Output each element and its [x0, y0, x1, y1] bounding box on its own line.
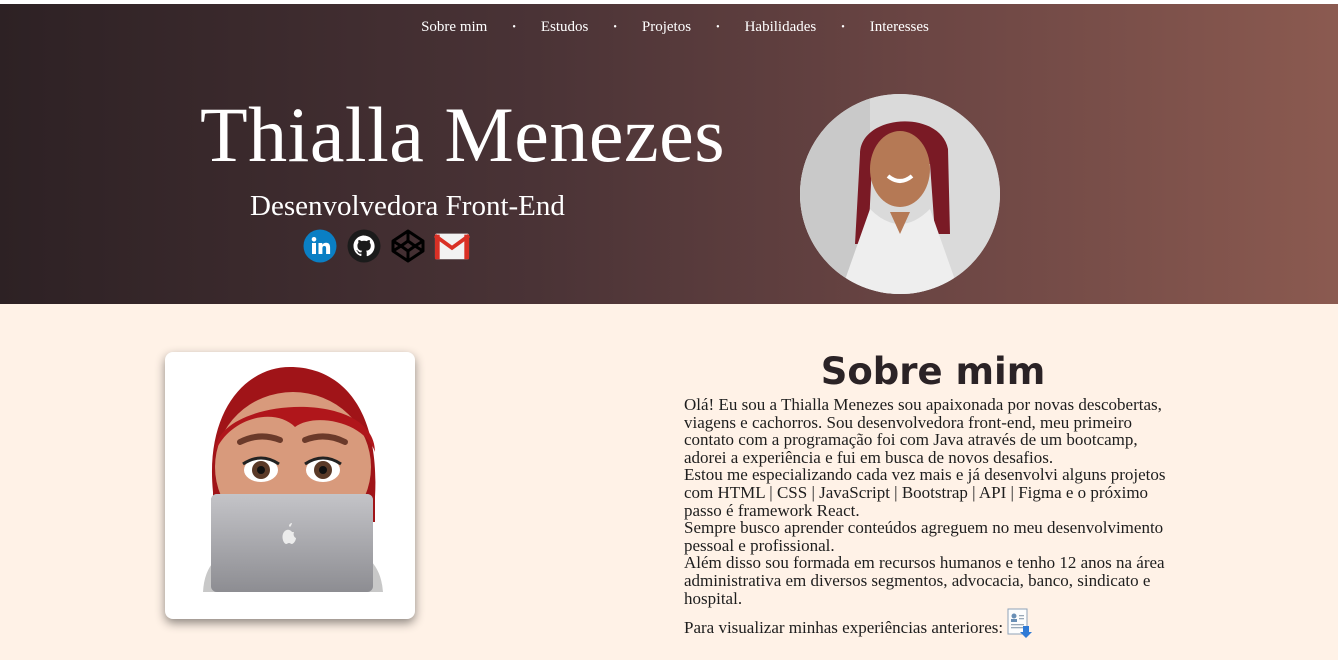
gmail-link[interactable]	[434, 228, 470, 264]
nav-item-habilidades[interactable]: Habilidades	[745, 19, 817, 36]
hero-name: Thialla Menezes	[200, 91, 726, 178]
nav-item-projetos[interactable]: Projetos	[642, 19, 691, 36]
profile-photo	[800, 94, 1000, 294]
memoji-avatar	[203, 367, 383, 592]
codepen-icon	[391, 229, 425, 263]
linkedin-icon	[303, 229, 337, 263]
nav-separator: •	[716, 22, 720, 33]
social-links	[302, 228, 470, 264]
codepen-link[interactable]	[390, 228, 426, 264]
about-paragraph-4: Além disso sou formada em recursos human…	[684, 553, 1165, 608]
github-icon	[347, 229, 381, 263]
github-link[interactable]	[346, 228, 382, 264]
main-nav: Sobre mim • Estudos • Projetos • Habilid…	[0, 19, 1338, 36]
about-paragraph-2: Estou me especializando cada vez mais e …	[684, 465, 1166, 520]
gmail-icon	[434, 233, 470, 260]
about-paragraph-1: Olá! Eu sou a Thialla Menezes sou apaixo…	[684, 395, 1162, 467]
cv-text: Para visualizar minhas experiências ante…	[684, 618, 1004, 637]
hero-header: Sobre mim • Estudos • Projetos • Habilid…	[0, 4, 1338, 304]
resume-download-icon[interactable]	[1006, 608, 1034, 638]
nav-item-interesses[interactable]: Interesses	[870, 19, 929, 36]
memoji-card	[165, 352, 415, 619]
nav-item-sobre-mim[interactable]: Sobre mim	[421, 19, 487, 36]
about-title: Sobre mim	[820, 350, 1046, 393]
nav-item-estudos[interactable]: Estudos	[541, 19, 589, 36]
about-paragraph-3: Sempre busco aprender conteúdos agreguem…	[684, 518, 1164, 555]
about-section: Sobre mim Olá! Eu sou a Thialla Menezes …	[684, 348, 1184, 607]
cv-download-row: Para visualizar minhas experiências ante…	[684, 608, 1034, 638]
nav-separator: •	[841, 22, 845, 33]
hero-role: Desenvolvedora Front-End	[250, 190, 565, 222]
nav-separator: •	[512, 22, 516, 33]
linkedin-link[interactable]	[302, 228, 338, 264]
nav-separator: •	[613, 22, 617, 33]
